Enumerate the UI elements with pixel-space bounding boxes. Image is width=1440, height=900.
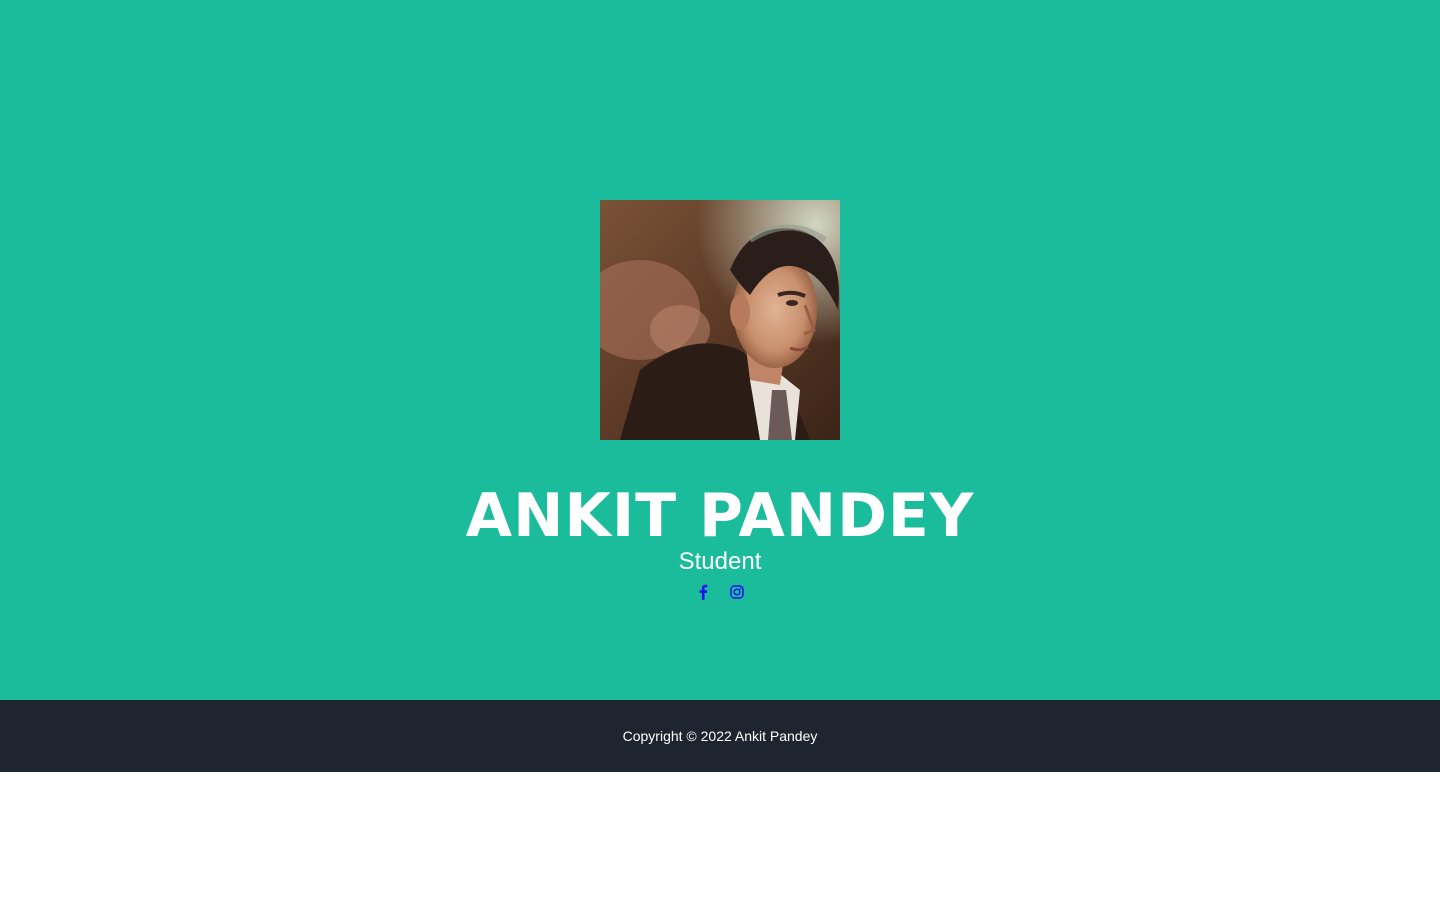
masthead: ANKIT PANDEY Student (0, 0, 1440, 700)
social-links (0, 580, 1440, 604)
instagram-icon (730, 585, 744, 599)
profile-photo (600, 200, 840, 440)
profile-subtitle: Student (678, 548, 762, 575)
instagram-link[interactable] (729, 580, 745, 604)
facebook-link[interactable] (695, 580, 711, 604)
portrait-image (600, 200, 840, 440)
profile-name: ANKIT PANDEY (465, 481, 975, 551)
facebook-icon (699, 584, 708, 600)
copyright-text: Copyright © 2022 Ankit Pandey (622, 728, 818, 744)
footer: Copyright © 2022 Ankit Pandey (0, 700, 1440, 772)
